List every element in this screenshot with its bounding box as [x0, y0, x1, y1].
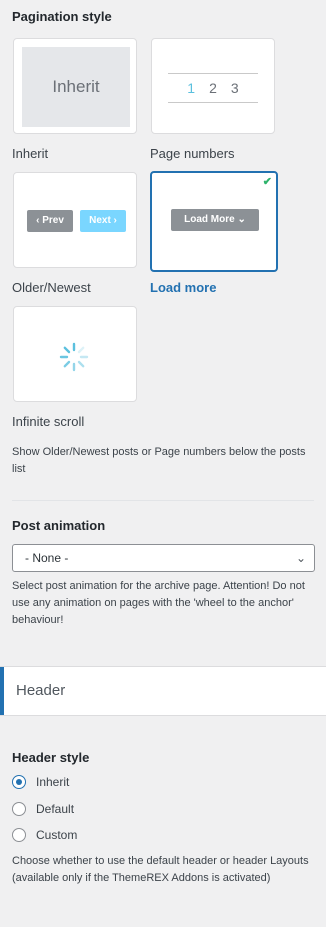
pagination-option-inherit-label: Inherit [12, 146, 49, 161]
pagination-option-older-newest[interactable]: ‹ Prev Next › [13, 172, 137, 268]
header-style-option-custom[interactable]: Custom [12, 826, 77, 844]
header-style-title: Header style [12, 750, 90, 765]
pagination-option-older-newest-label: Older/Newest [12, 280, 91, 295]
pagination-option-load-more[interactable]: ✔ Load More ⌄ [150, 171, 278, 272]
pagination-option-inherit[interactable]: Inherit [13, 38, 137, 134]
divider [12, 500, 314, 501]
post-animation-title: Post animation [12, 518, 106, 533]
radio-inherit[interactable] [12, 775, 26, 789]
page-number-3: 3 [230, 80, 239, 96]
header-style-option-inherit[interactable]: Inherit [12, 773, 69, 791]
inherit-preview: Inherit [22, 47, 130, 127]
radio-inherit-label: Inherit [36, 775, 70, 789]
chevron-down-icon: ⌄ [295, 551, 306, 565]
spinner-icon [59, 342, 89, 372]
post-animation-select[interactable]: - None - ⌄ [12, 544, 315, 572]
post-animation-selected-value: - None - [25, 551, 69, 565]
pagination-option-page-numbers[interactable]: 1 2 3 [151, 38, 275, 134]
pagination-option-load-more-label: Load more [150, 280, 217, 295]
section-accent-bar [0, 667, 4, 715]
post-animation-help-text: Select post animation for the archive pa… [12, 580, 305, 626]
radio-custom-label: Custom [36, 828, 78, 842]
pagination-option-infinite-scroll[interactable] [13, 306, 137, 402]
header-section-title: Header [16, 682, 66, 699]
pagination-option-infinite-scroll-label: Infinite scroll [12, 414, 85, 429]
header-style-help-text: Choose whether to use the default header… [12, 855, 309, 884]
next-button-preview: Next › [80, 210, 126, 232]
radio-custom[interactable] [12, 828, 26, 842]
page-numbers-preview: 1 2 3 [168, 73, 258, 103]
load-more-button-preview: Load More ⌄ [171, 209, 259, 231]
pagination-style-title: Pagination style [12, 9, 112, 24]
header-section-bar[interactable]: Header [0, 666, 326, 716]
header-style-option-default[interactable]: Default [12, 800, 74, 818]
pagination-help-text: Show Older/Newest posts or Page numbers … [12, 446, 306, 475]
radio-default-label: Default [36, 802, 75, 816]
page-number-2: 2 [209, 80, 217, 96]
prev-button-preview: ‹ Prev [27, 210, 73, 232]
pagination-option-page-numbers-label: Page numbers [150, 146, 235, 161]
radio-default[interactable] [12, 802, 26, 816]
page-number-1: 1 [187, 80, 196, 96]
checkmark-icon: ✔ [262, 176, 272, 188]
